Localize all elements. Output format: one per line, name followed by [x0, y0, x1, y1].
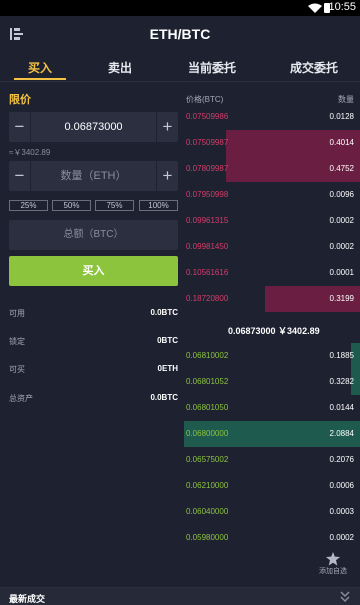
ask-qty: 0.0096: [329, 190, 354, 199]
price-stepper: − 0.06873000 +: [9, 112, 178, 142]
bid-price: 0.06575002: [186, 455, 229, 464]
price-cny-estimate: ≈￥3402.89: [9, 148, 51, 157]
bid-row[interactable]: 0.06801050 0.0144: [184, 395, 360, 421]
status-bar: 10:55: [0, 0, 360, 16]
bid-price: 0.06040000: [186, 507, 229, 516]
ask-price: 0.18720800: [186, 294, 229, 303]
star-icon: [326, 552, 340, 566]
balance-value: 0ETH: [157, 364, 178, 373]
add-favorite-button[interactable]: 添加自选: [310, 552, 356, 582]
latest-trades-title: 最新成交: [9, 594, 46, 604]
balance-label: 总资产: [9, 394, 33, 403]
bid-qty: 0.0144: [329, 403, 354, 412]
bid-row[interactable]: 0.06040000 0.0003: [184, 499, 360, 525]
order-form: 限价 − 0.06873000 + ≈￥3402.89 − 数量（ETH） + …: [0, 82, 184, 587]
bid-qty: 0.0003: [329, 507, 354, 516]
balance-label: 可买: [9, 365, 25, 374]
percent-75-button[interactable]: 75%: [95, 200, 134, 211]
balance-total: 总资产 0.0BTC: [9, 393, 178, 407]
ask-price: 0.07509986: [186, 112, 229, 121]
ask-row[interactable]: 0.07509986 0.0128: [184, 104, 360, 130]
price-increase-button[interactable]: +: [156, 112, 178, 142]
buy-button[interactable]: 买入: [9, 256, 178, 286]
header: ETH/BTC: [0, 16, 360, 54]
bid-row[interactable]: 0.06810002 0.1885: [184, 343, 360, 369]
percent-selector: 25% 50% 75% 100%: [9, 200, 178, 212]
bid-row[interactable]: 0.06800000 2.0884: [184, 421, 360, 447]
latest-trades-bar[interactable]: 最新成交: [0, 587, 360, 605]
orderbook: 价格(BTC) 数量 0.06873000 ￥3402.89 添加自选 0.07…: [184, 82, 360, 587]
tab-bar: 买入 卖出 当前委托 成交委托: [0, 54, 360, 82]
percent-25-button[interactable]: 25%: [9, 200, 48, 211]
bid-row[interactable]: 0.06210000 0.0006: [184, 473, 360, 499]
ask-qty: 0.0002: [329, 242, 354, 251]
bid-price: 0.06210000: [186, 481, 229, 490]
bid-row[interactable]: 0.06801052 0.3282: [184, 369, 360, 395]
balance-label: 可用: [9, 309, 25, 318]
ask-qty: 0.4014: [329, 138, 354, 147]
bid-qty: 0.1885: [329, 351, 354, 360]
percent-100-button[interactable]: 100%: [139, 200, 178, 211]
status-time: 10:55: [328, 1, 356, 13]
ask-row[interactable]: 0.10561616 0.0001: [184, 260, 360, 286]
bid-qty: 0.0006: [329, 481, 354, 490]
ask-price: 0.07950998: [186, 190, 229, 199]
balance-value: 0.0BTC: [150, 308, 178, 317]
ask-row[interactable]: 0.09961315 0.0002: [184, 208, 360, 234]
bid-price: 0.06810002: [186, 351, 229, 360]
ask-row[interactable]: 0.07509987 0.4014: [184, 130, 360, 156]
balance-value: 0.0BTC: [150, 393, 178, 402]
ask-row[interactable]: 0.07950998 0.0096: [184, 182, 360, 208]
wifi-icon: [308, 3, 322, 13]
bid-price: 0.06801052: [186, 377, 229, 386]
amount-decrease-button[interactable]: −: [9, 161, 31, 191]
balance-buyable: 可买 0ETH: [9, 364, 178, 378]
bid-price: 0.05980000: [186, 533, 229, 542]
ask-row[interactable]: 0.07809987 0.4752: [184, 156, 360, 182]
bid-row[interactable]: 0.06575002 0.2076: [184, 447, 360, 473]
price-decrease-button[interactable]: −: [9, 112, 31, 142]
tab-underline: [14, 78, 66, 80]
bid-row[interactable]: 0.05980000 0.0002: [184, 525, 360, 551]
amount-input[interactable]: 数量（ETH）: [31, 161, 156, 191]
price-input[interactable]: 0.06873000: [31, 112, 156, 142]
ask-price: 0.07809987: [186, 164, 229, 173]
tab-current-orders[interactable]: 当前委托: [180, 59, 244, 76]
ask-row[interactable]: 0.09981450 0.0002: [184, 234, 360, 260]
ask-qty: 0.4752: [329, 164, 354, 173]
chevron-double-down-icon[interactable]: [340, 591, 350, 603]
bid-qty: 0.3282: [329, 377, 354, 386]
bid-qty: 0.0002: [329, 533, 354, 542]
bid-qty: 0.2076: [329, 455, 354, 464]
amount-stepper: − 数量（ETH） +: [9, 161, 178, 191]
balance-available: 可用 0.0BTC: [9, 308, 178, 322]
tab-sell[interactable]: 卖出: [100, 59, 140, 76]
amount-increase-button[interactable]: +: [156, 161, 178, 191]
tab-filled-orders[interactable]: 成交委托: [282, 59, 346, 76]
ask-qty: 0.0128: [329, 112, 354, 121]
balance-value: 0BTC: [157, 336, 178, 345]
ask-qty: 0.0002: [329, 216, 354, 225]
bid-price: 0.06801050: [186, 403, 229, 412]
ask-price: 0.07509987: [186, 138, 229, 147]
ask-price: 0.10561616: [186, 268, 229, 277]
bid-qty: 2.0884: [329, 429, 354, 438]
ask-qty: 0.0001: [329, 268, 354, 277]
order-type-selector[interactable]: 限价: [9, 91, 31, 107]
bid-price: 0.06800000: [186, 429, 229, 438]
add-favorite-label: 添加自选: [319, 568, 347, 575]
ask-price: 0.09961315: [186, 216, 229, 225]
ask-qty: 0.3199: [329, 294, 354, 303]
last-price: 0.06873000 ￥3402.89: [228, 326, 320, 336]
ask-price: 0.09981450: [186, 242, 229, 251]
balance-label: 锁定: [9, 337, 25, 346]
tab-buy[interactable]: 买入: [14, 59, 66, 76]
balance-locked: 锁定 0BTC: [9, 336, 178, 350]
total-input[interactable]: 总额（BTC）: [9, 220, 178, 250]
page-title: ETH/BTC: [149, 26, 211, 42]
ask-row[interactable]: 0.18720800 0.3199: [184, 286, 360, 312]
percent-50-button[interactable]: 50%: [52, 200, 91, 211]
